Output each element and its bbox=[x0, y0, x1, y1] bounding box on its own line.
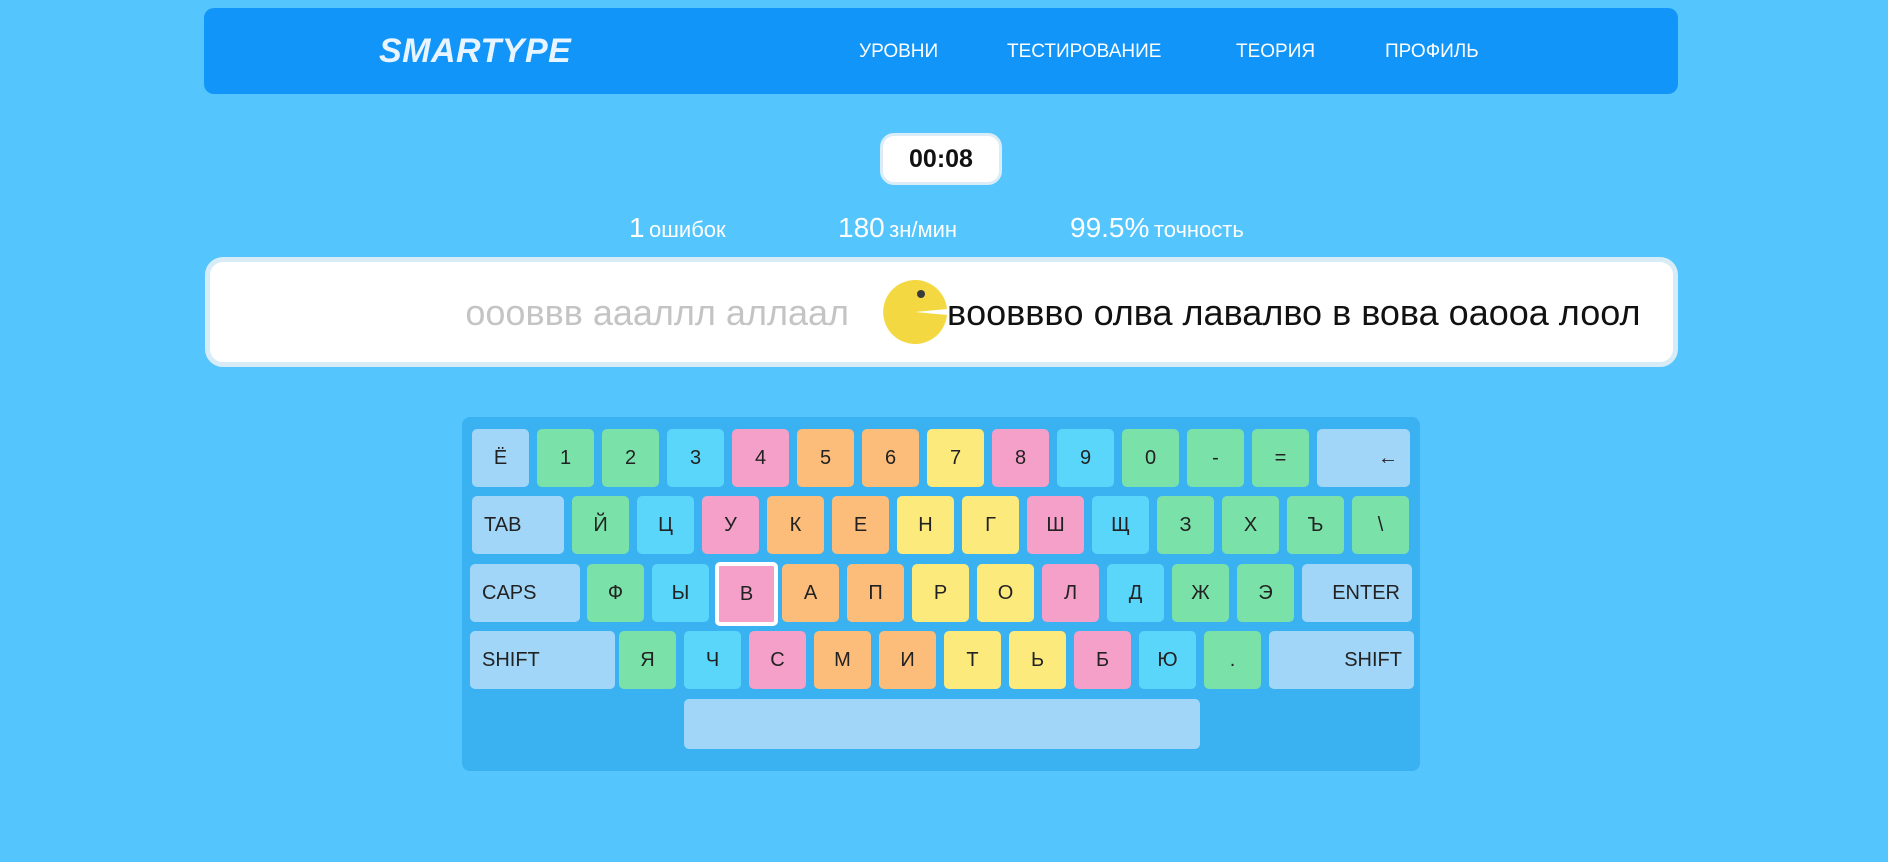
key-д[interactable]: Д bbox=[1107, 564, 1164, 622]
key-о[interactable]: О bbox=[977, 564, 1034, 622]
key-ш[interactable]: Ш bbox=[1027, 496, 1084, 554]
key-х[interactable]: Х bbox=[1222, 496, 1279, 554]
pacman-cursor-icon bbox=[883, 280, 947, 344]
speed-stat: 180 зн/мин bbox=[838, 212, 957, 244]
key-ъ[interactable]: Ъ bbox=[1287, 496, 1344, 554]
key-у[interactable]: У bbox=[702, 496, 759, 554]
key-в[interactable]: В bbox=[715, 562, 778, 626]
errors-label: ошибок bbox=[649, 217, 726, 242]
accuracy-label: точность bbox=[1153, 217, 1244, 242]
key-к[interactable]: К bbox=[767, 496, 824, 554]
key-3[interactable]: 3 bbox=[667, 429, 724, 487]
space-key[interactable] bbox=[684, 699, 1200, 749]
key-7[interactable]: 7 bbox=[927, 429, 984, 487]
nav-testing[interactable]: ТЕСТИРОВАНИЕ bbox=[1007, 41, 1161, 63]
key-р[interactable]: Р bbox=[912, 564, 969, 622]
virtual-keyboard: Ё 1 2 3 4 5 6 7 8 9 0- = ← TAB Й Ц У К Е Н Г Ш Щ З Х Ъ \ CAPS Ф Ы В А П Р… bbox=[462, 417, 1420, 771]
upcoming-text: вooвввo олва лавалво в вова оаооа лоол bbox=[947, 292, 1641, 333]
nav-levels[interactable]: УРОВНИ bbox=[859, 41, 938, 63]
key-1[interactable]: 1 bbox=[537, 429, 594, 487]
key-ч[interactable]: Ч bbox=[684, 631, 741, 689]
accuracy-stat: 99.5% точность bbox=[1070, 212, 1244, 244]
key-щ[interactable]: Щ bbox=[1092, 496, 1149, 554]
key-а[interactable]: А bbox=[782, 564, 839, 622]
errors-count: 1 bbox=[629, 212, 645, 243]
key-8[interactable]: 8 bbox=[992, 429, 1049, 487]
accuracy-value: 99.5% bbox=[1070, 212, 1150, 243]
right-shift-key[interactable]: SHIFT bbox=[1269, 631, 1414, 689]
backspace-key[interactable]: ← bbox=[1317, 429, 1410, 487]
key-6[interactable]: 6 bbox=[862, 429, 919, 487]
key-2[interactable]: 2 bbox=[602, 429, 659, 487]
typed-text: oooввв aaaллл аллаал bbox=[465, 292, 849, 333]
key-ь[interactable]: Ь bbox=[1009, 631, 1066, 689]
nav-theory[interactable]: ТЕОРИЯ bbox=[1236, 41, 1315, 63]
key-т[interactable]: Т bbox=[944, 631, 1001, 689]
key-ы[interactable]: Ы bbox=[652, 564, 709, 622]
speed-label: зн/мин bbox=[889, 217, 958, 242]
key-ё[interactable]: Ё bbox=[472, 429, 529, 487]
key-ж[interactable]: Ж bbox=[1172, 564, 1229, 622]
key-е[interactable]: Е bbox=[832, 496, 889, 554]
key-4[interactable]: 4 bbox=[732, 429, 789, 487]
caps-lock-key[interactable]: CAPS bbox=[470, 564, 580, 622]
key-я[interactable]: Я bbox=[619, 631, 676, 689]
minus-key[interactable]: - bbox=[1187, 429, 1244, 487]
typing-area[interactable]: oooввв aaaллл аллаал вooвввo олва лавалв… bbox=[205, 257, 1678, 367]
key-п[interactable]: П bbox=[847, 564, 904, 622]
errors-stat: 1 ошибок bbox=[629, 212, 726, 244]
key-э[interactable]: Э bbox=[1237, 564, 1294, 622]
key-и[interactable]: И bbox=[879, 631, 936, 689]
key-н[interactable]: Н bbox=[897, 496, 954, 554]
enter-key[interactable]: ENTER bbox=[1302, 564, 1412, 622]
period-key[interactable]: . bbox=[1204, 631, 1261, 689]
tab-key[interactable]: TAB bbox=[472, 496, 564, 554]
key-з[interactable]: З bbox=[1157, 496, 1214, 554]
left-shift-key[interactable]: SHIFT bbox=[470, 631, 615, 689]
timer: 00:08 bbox=[880, 133, 1002, 185]
key-й[interactable]: Й bbox=[572, 496, 629, 554]
key-5[interactable]: 5 bbox=[797, 429, 854, 487]
backslash-key[interactable]: \ bbox=[1352, 496, 1409, 554]
key-ц[interactable]: Ц bbox=[637, 496, 694, 554]
top-navbar: SMARTYPE УРОВНИ ТЕСТИРОВАНИЕ ТЕОРИЯ ПРОФ… bbox=[204, 8, 1678, 94]
speed-value: 180 bbox=[838, 212, 885, 243]
equals-key[interactable]: = bbox=[1252, 429, 1309, 487]
key-б[interactable]: Б bbox=[1074, 631, 1131, 689]
key-9[interactable]: 9 bbox=[1057, 429, 1114, 487]
key-г[interactable]: Г bbox=[962, 496, 1019, 554]
key-ю[interactable]: Ю bbox=[1139, 631, 1196, 689]
key-с[interactable]: С bbox=[749, 631, 806, 689]
key-0[interactable]: 0 bbox=[1122, 429, 1179, 487]
logo[interactable]: SMARTYPE bbox=[379, 32, 571, 71]
nav-profile[interactable]: ПРОФИЛЬ bbox=[1385, 41, 1479, 63]
key-л[interactable]: Л bbox=[1042, 564, 1099, 622]
key-ф[interactable]: Ф bbox=[587, 564, 644, 622]
key-м[interactable]: М bbox=[814, 631, 871, 689]
